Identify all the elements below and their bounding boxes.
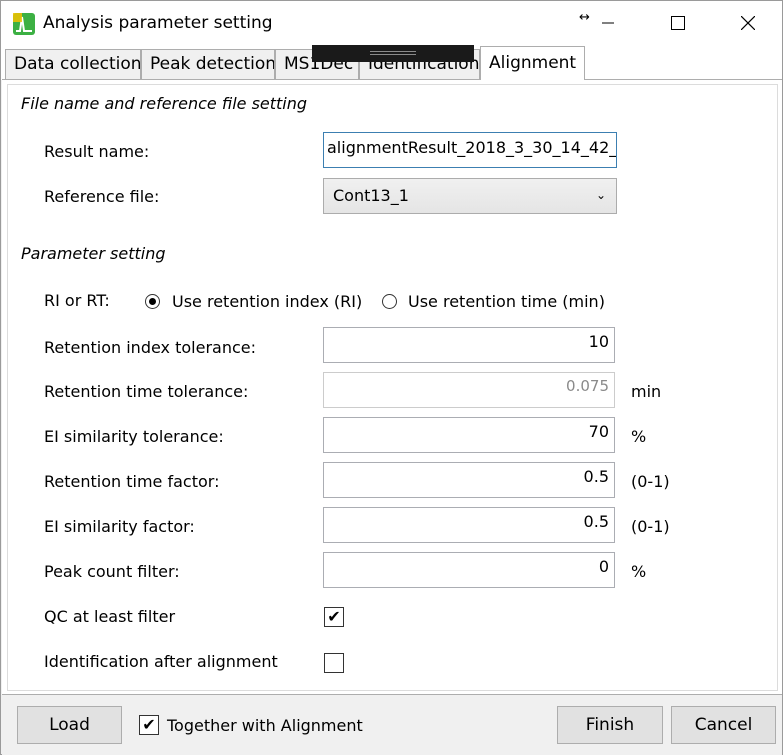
param-section-title: Parameter setting	[21, 244, 166, 263]
rt-factor-label: Retention time factor:	[44, 472, 220, 491]
close-icon	[741, 16, 755, 30]
tab-peak-detection[interactable]: Peak detection	[141, 49, 275, 79]
window-title: Analysis parameter setting	[43, 13, 273, 33]
rt-tolerance-input: 0.075	[323, 372, 615, 408]
load-button[interactable]: Load	[17, 706, 122, 744]
together-checkbox[interactable]: ✔	[139, 715, 159, 735]
minimize-button[interactable]	[585, 1, 631, 45]
app-icon	[13, 13, 35, 35]
ri-rt-label: RI or RT:	[44, 291, 110, 310]
radio-use-rt[interactable]	[382, 294, 397, 309]
tab-alignment[interactable]: Alignment	[480, 46, 585, 80]
option-rt-label[interactable]: Use retention time (min)	[408, 292, 605, 311]
finish-button[interactable]: Finish	[557, 706, 663, 744]
cancel-button[interactable]: Cancel	[671, 706, 776, 744]
radio-use-ri[interactable]	[145, 294, 160, 309]
ei-similarity-factor-label: EI similarity factor:	[44, 517, 195, 536]
identification-after-label: Identification after alignment	[44, 652, 278, 671]
ei-similarity-tolerance-input[interactable]: 70	[323, 417, 615, 453]
peak-count-filter-input[interactable]: 0	[323, 552, 615, 588]
rt-factor-input[interactable]: 0.5	[323, 462, 615, 498]
title-bar[interactable]: Analysis parameter setting ↔	[1, 1, 782, 45]
identification-after-checkbox[interactable]	[324, 653, 344, 673]
result-name-label: Result name:	[44, 142, 150, 161]
ei-similarity-tolerance-unit: %	[631, 427, 647, 446]
close-button[interactable]	[725, 1, 771, 45]
together-label[interactable]: Together with Alignment	[167, 716, 363, 735]
drag-handle-overlay[interactable]	[312, 45, 474, 62]
qc-filter-checkbox[interactable]: ✔	[324, 607, 344, 627]
ei-similarity-factor-unit: (0-1)	[631, 517, 670, 536]
rt-factor-unit: (0-1)	[631, 472, 670, 491]
rt-tolerance-unit: min	[631, 382, 662, 401]
ei-similarity-tolerance-label: EI similarity tolerance:	[44, 427, 224, 446]
reference-file-value: Cont13_1	[333, 186, 409, 205]
ei-similarity-factor-input[interactable]: 0.5	[323, 507, 615, 543]
ri-tolerance-input[interactable]: 10	[323, 327, 615, 363]
reference-file-label: Reference file:	[44, 187, 160, 206]
chevron-down-icon: ⌄	[595, 188, 606, 202]
option-ri-label[interactable]: Use retention index (RI)	[172, 292, 362, 311]
minimize-icon	[602, 22, 614, 24]
maximize-icon	[671, 16, 685, 30]
tab-data-collection[interactable]: Data collection	[5, 49, 141, 79]
dialog-window: Analysis parameter setting ↔ Data collec…	[0, 0, 783, 755]
file-section-title: File name and reference file setting	[21, 94, 308, 113]
ri-tolerance-label: Retention index tolerance:	[44, 338, 256, 357]
result-name-input[interactable]: alignmentResult_2018_3_30_14_42_4	[323, 132, 617, 168]
peak-count-filter-unit: %	[631, 562, 647, 581]
rt-tolerance-label: Retention time tolerance:	[44, 382, 249, 401]
qc-filter-label: QC at least filter	[44, 607, 176, 626]
reference-file-select[interactable]: Cont13_1 ⌄	[323, 178, 617, 214]
peak-count-filter-label: Peak count filter:	[44, 562, 180, 581]
maximize-button[interactable]	[655, 1, 701, 45]
